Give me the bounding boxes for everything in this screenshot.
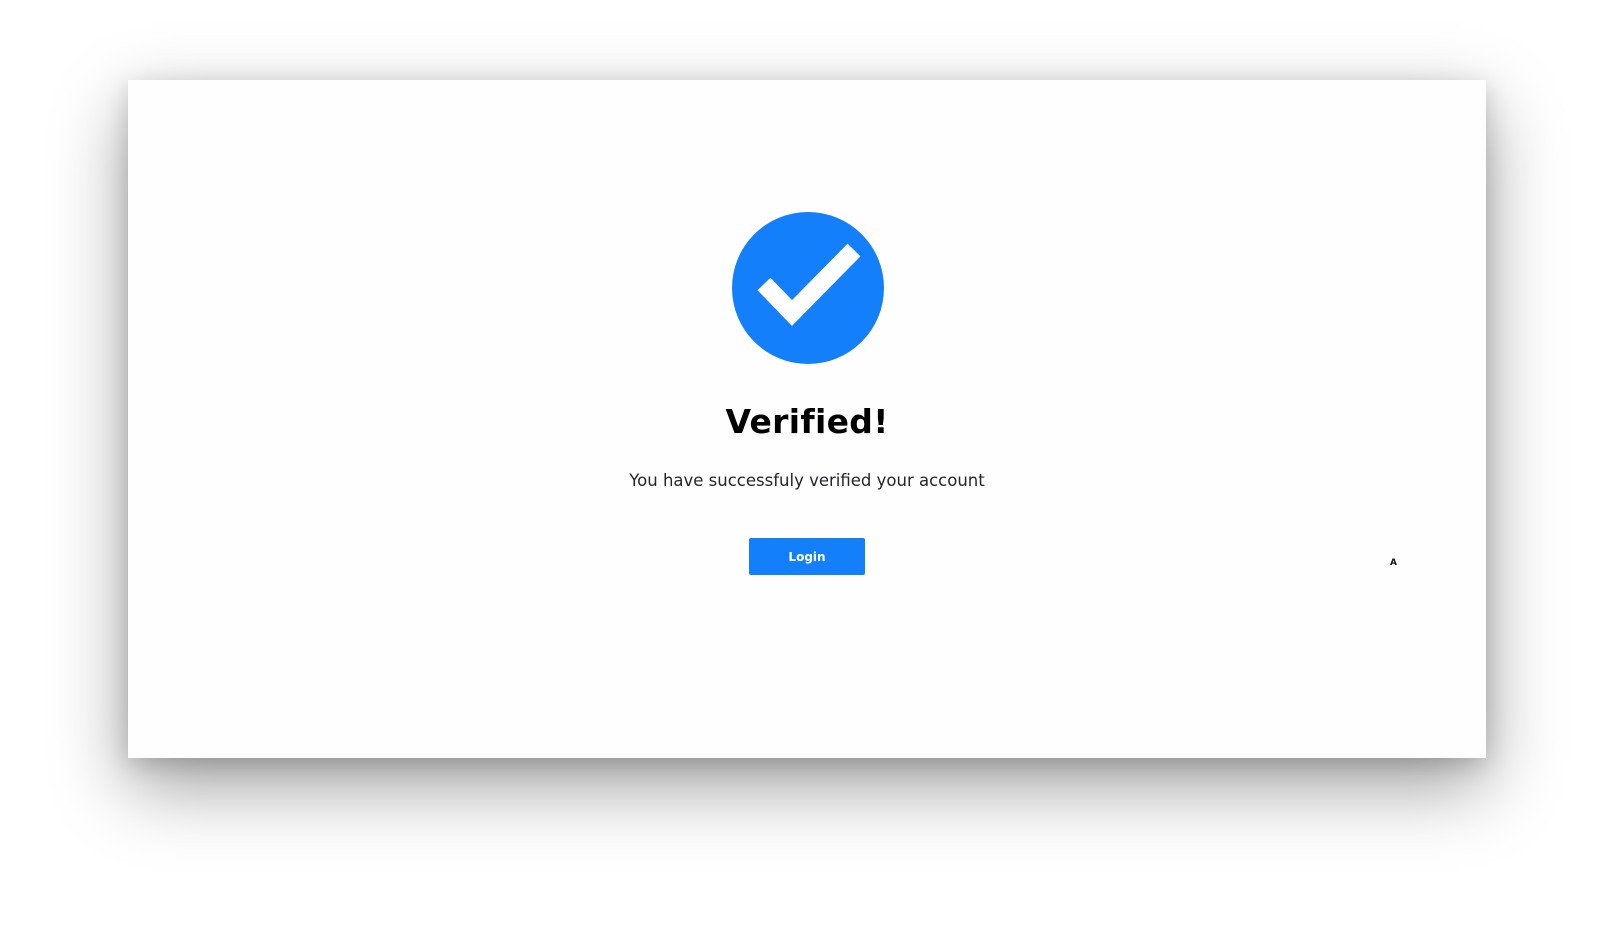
checkmark-icon [757, 243, 861, 326]
verification-card: Verified! You have successfuly verified … [128, 80, 1486, 758]
login-button[interactable]: Login [749, 538, 865, 575]
page-backdrop: Verified! You have successfuly verified … [0, 0, 1610, 932]
check-circle-icon [732, 212, 884, 364]
corner-mark: A [1390, 558, 1397, 568]
verification-message: You have successfuly verified your accou… [629, 471, 985, 490]
page-title: Verified! [725, 402, 889, 441]
